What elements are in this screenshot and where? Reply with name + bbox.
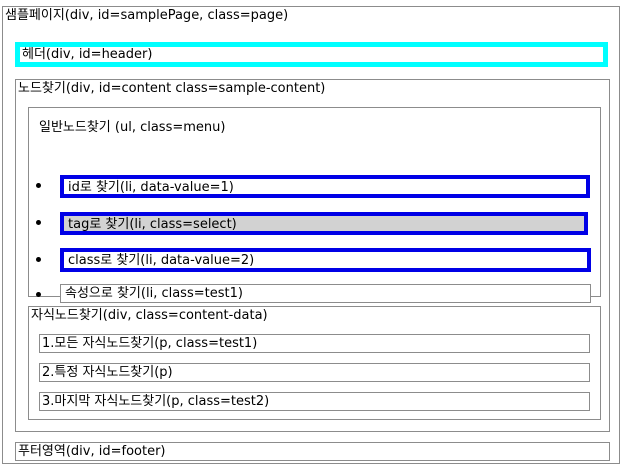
content-data-item-label: 3.마지막 자식노드찾기(p, class=test2) — [42, 394, 270, 409]
bullet-icon — [36, 292, 41, 297]
content-data-item-label: 2.특정 자식노드찾기(p) — [42, 365, 173, 380]
menu-list: 일반노드찾기 (ul, class=menu) id로 찾기(li, data-… — [28, 107, 601, 303]
content-data: 자식노드찾기(div, class=content-data) 1.모든 자식노… — [28, 306, 601, 420]
bullet-icon — [36, 257, 41, 262]
menu-item-label: id로 찾기(li, data-value=1) — [68, 180, 234, 195]
menu-label: 일반노드찾기 (ul, class=menu) — [39, 120, 226, 135]
header-label: 헤더(div, id=header) — [22, 47, 153, 62]
sample-page-label: 샘플페이지(div, id=samplePage, class=page) — [5, 8, 289, 23]
sample-page: 샘플페이지(div, id=samplePage, class=page) 헤더… — [2, 6, 620, 464]
content-section: 노드찾기(div, id=content class=sample-conten… — [15, 79, 610, 432]
menu-item-tag-selected[interactable]: tag로 찾기(li, class=select) — [60, 212, 588, 235]
menu-item-label: tag로 찾기(li, class=select) — [68, 217, 237, 232]
content-data-label: 자식노드찾기(div, class=content-data) — [31, 308, 268, 323]
content-data-item: 3.마지막 자식노드찾기(p, class=test2) — [39, 392, 590, 411]
bullet-icon — [36, 220, 41, 225]
menu-item-label: 속성으로 찾기(li, class=test1) — [65, 286, 243, 301]
menu-item-label: class로 찾기(li, data-value=2) — [68, 253, 255, 268]
menu-item-id[interactable]: id로 찾기(li, data-value=1) — [60, 175, 590, 198]
footer-label: 푸터영역(div, id=footer) — [18, 444, 166, 459]
content-data-item: 2.특정 자식노드찾기(p) — [39, 363, 590, 382]
footer: 푸터영역(div, id=footer) — [15, 442, 610, 461]
content-data-item-label: 1.모든 자식노드찾기(p, class=test1) — [42, 336, 258, 351]
menu-item-class[interactable]: class로 찾기(li, data-value=2) — [60, 248, 591, 272]
menu-item-attribute[interactable]: 속성으로 찾기(li, class=test1) — [60, 284, 591, 303]
bullet-icon — [36, 183, 41, 188]
content-label: 노드찾기(div, id=content class=sample-conten… — [18, 81, 326, 96]
header: 헤더(div, id=header) — [15, 42, 608, 67]
content-data-item: 1.모든 자식노드찾기(p, class=test1) — [39, 334, 590, 353]
